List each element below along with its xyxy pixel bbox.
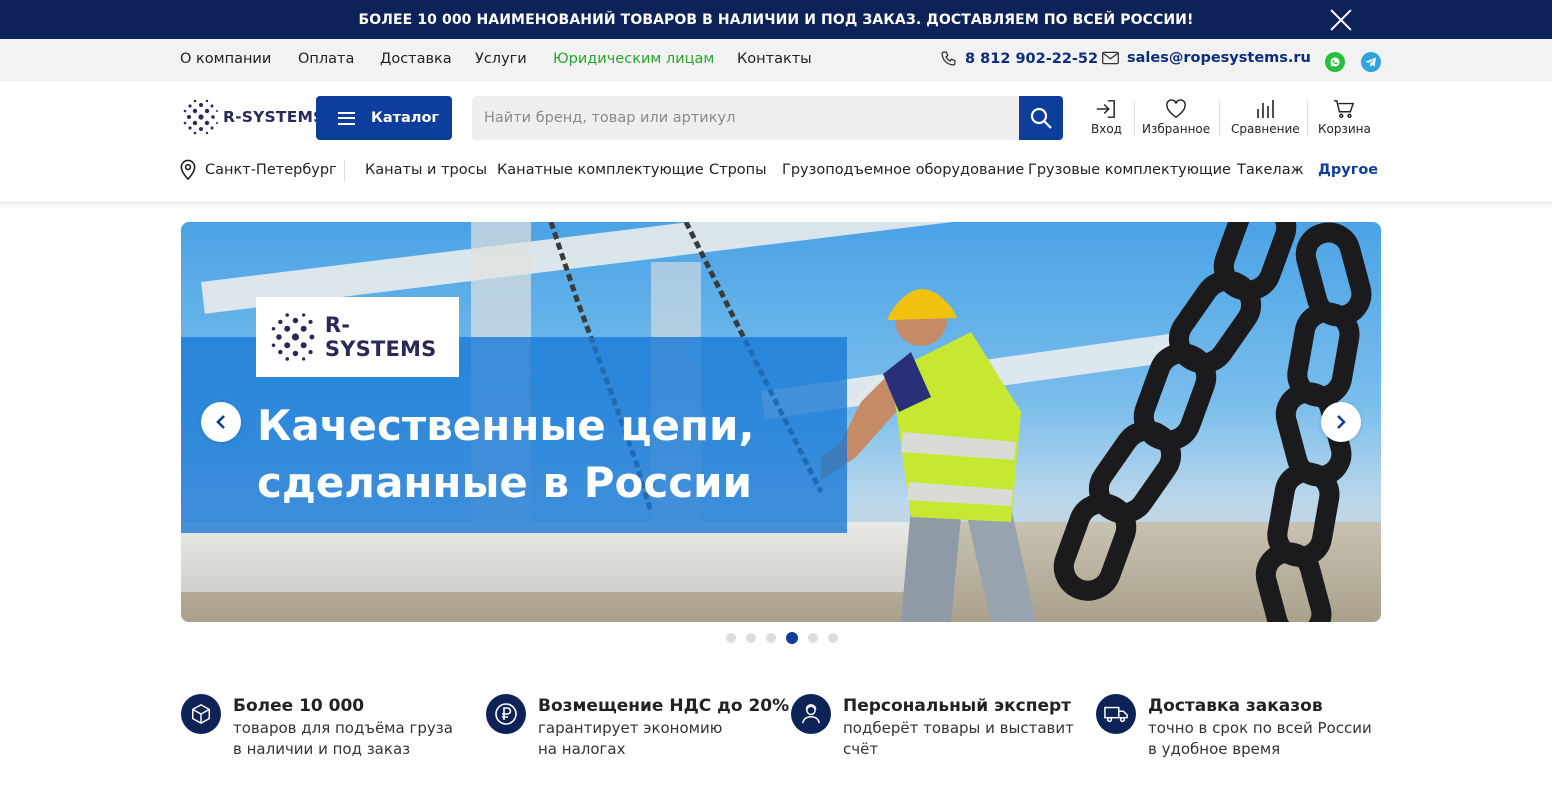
email-address: sales@ropesystems.ru <box>1127 50 1311 66</box>
feature-title: Персональный эксперт <box>843 696 1072 716</box>
feature-text: счёт <box>843 740 879 758</box>
feature-text: гарантирует экономию <box>538 719 723 737</box>
category-link-cargo-accessories[interactable]: Грузовые комплектующие <box>1028 162 1231 178</box>
expert-icon <box>791 694 831 734</box>
compare-label: Сравнение <box>1231 122 1300 136</box>
search-box <box>472 96 1063 140</box>
nav-link-payment[interactable]: Оплата <box>298 51 354 67</box>
feature-expert: Персональный эксперт подберёт товары и в… <box>791 694 1074 760</box>
close-icon[interactable] <box>1328 7 1354 33</box>
banner-title-line: сделанные в России <box>257 458 753 507</box>
cart-icon <box>1334 100 1355 118</box>
compare-icon <box>1257 100 1275 118</box>
banner-title-line: Качественные цепи, <box>257 401 755 450</box>
hero-banner[interactable]: R-SYSTEMS Качественные цепи, сделанные в… <box>181 222 1381 622</box>
slider-next-button[interactable] <box>1321 402 1361 442</box>
ruble-icon <box>486 694 526 734</box>
catalog-button[interactable]: Каталог <box>316 96 452 140</box>
email-link[interactable]: sales@ropesystems.ru <box>1102 50 1311 66</box>
category-link-rigging[interactable]: Такелаж <box>1237 162 1304 178</box>
cart-label: Корзина <box>1318 122 1371 136</box>
nav-link-legal-entities[interactable]: Юридическим лицам <box>553 51 714 67</box>
feature-text: в удобное время <box>1148 740 1281 758</box>
nav-link-about[interactable]: О компании <box>180 51 271 67</box>
feature-text: на налогах <box>538 740 626 758</box>
divider <box>1134 100 1135 136</box>
feature-text: в наличии и под заказ <box>233 740 411 758</box>
divider <box>1219 100 1220 136</box>
logo-mark-icon <box>183 99 218 135</box>
slider-dot[interactable] <box>726 633 736 643</box>
heart-icon <box>1166 99 1186 119</box>
feature-delivery: Доставка заказов точно в срок по всей Ро… <box>1096 694 1372 760</box>
site-header: R-SYSTEMS Каталог Вход Избранное Сравнен… <box>0 81 1552 203</box>
category-link-other[interactable]: Другое <box>1318 162 1378 178</box>
category-link-lifting-equipment[interactable]: Грузоподъемное оборудование <box>782 162 1024 178</box>
cart-button[interactable]: Корзина <box>1318 99 1371 136</box>
phone-link[interactable]: 8 812 902-22-52 <box>940 50 1098 67</box>
login-button[interactable]: Вход <box>1091 99 1122 136</box>
menu-icon <box>338 111 355 125</box>
telegram-icon[interactable] <box>1361 52 1381 72</box>
slider-dot[interactable] <box>828 633 838 643</box>
slider-prev-button[interactable] <box>201 402 241 442</box>
whatsapp-icon[interactable] <box>1325 52 1345 72</box>
slider-dot[interactable] <box>808 633 818 643</box>
compare-button[interactable]: Сравнение <box>1231 99 1300 136</box>
login-label: Вход <box>1091 122 1122 136</box>
slider-dot-active[interactable] <box>786 632 798 644</box>
nav-link-services[interactable]: Услуги <box>475 51 527 67</box>
info-bar: О компании Оплата Доставка Услуги Юридич… <box>0 39 1552 81</box>
favorites-button[interactable]: Избранное <box>1142 99 1210 136</box>
promo-bar: БОЛЕЕ 10 000 НАИМЕНОВАНИЙ ТОВАРОВ В НАЛИ… <box>0 0 1552 39</box>
nav-link-delivery[interactable]: Доставка <box>380 51 452 67</box>
feature-title: Доставка заказов <box>1148 696 1323 716</box>
feature-text: подберёт товары и выставит <box>843 719 1074 737</box>
phone-number: 8 812 902-22-52 <box>965 50 1099 67</box>
search-button[interactable] <box>1019 96 1063 140</box>
truck-icon <box>1096 694 1136 734</box>
box-icon <box>181 694 221 734</box>
catalog-label: Каталог <box>371 110 439 126</box>
category-link-slings[interactable]: Стропы <box>709 162 767 178</box>
banner-logo: R-SYSTEMS <box>256 297 459 377</box>
feature-vat: Возмещение НДС до 20% гарантирует эконом… <box>486 694 789 760</box>
search-icon <box>1030 107 1052 129</box>
chevron-right-icon <box>1337 415 1346 429</box>
city-name: Санкт-Петербург <box>205 161 337 178</box>
chevron-left-icon <box>216 415 225 429</box>
login-icon <box>1097 100 1116 118</box>
logo-mark-icon <box>271 313 315 361</box>
search-input[interactable] <box>472 96 1019 140</box>
feature-text: точно в срок по всей России <box>1148 719 1372 737</box>
logo-text: R-SYSTEMS <box>223 108 325 126</box>
category-link-ropes[interactable]: Канаты и тросы <box>365 162 487 178</box>
mail-icon <box>1102 51 1119 65</box>
slider-dots <box>726 632 848 644</box>
slider-dot[interactable] <box>746 633 756 643</box>
banner-logo-text: R-SYSTEMS <box>324 313 437 361</box>
nav-link-contacts[interactable]: Контакты <box>737 51 812 67</box>
phone-icon <box>941 51 956 66</box>
feature-title: Более 10 000 <box>233 696 365 716</box>
divider <box>1307 100 1308 136</box>
promo-text: БОЛЕЕ 10 000 НАИМЕНОВАНИЙ ТОВАРОВ В НАЛИ… <box>358 11 1194 28</box>
site-logo[interactable]: R-SYSTEMS <box>181 97 324 137</box>
category-link-rope-accessories[interactable]: Канатные комплектующие <box>497 162 704 178</box>
feature-products: Более 10 000 товаров для подъёма груза в… <box>181 694 453 760</box>
favorites-label: Избранное <box>1142 122 1211 136</box>
feature-title: Возмещение НДС до 20% <box>538 696 790 716</box>
divider <box>344 160 345 182</box>
location-pin-icon <box>180 159 196 180</box>
city-selector[interactable]: Санкт-Петербург <box>179 159 337 180</box>
slider-dot[interactable] <box>766 633 776 643</box>
feature-text: товаров для подъёма груза <box>233 719 453 737</box>
banner-title: Качественные цепи, сделанные в России <box>257 397 857 511</box>
